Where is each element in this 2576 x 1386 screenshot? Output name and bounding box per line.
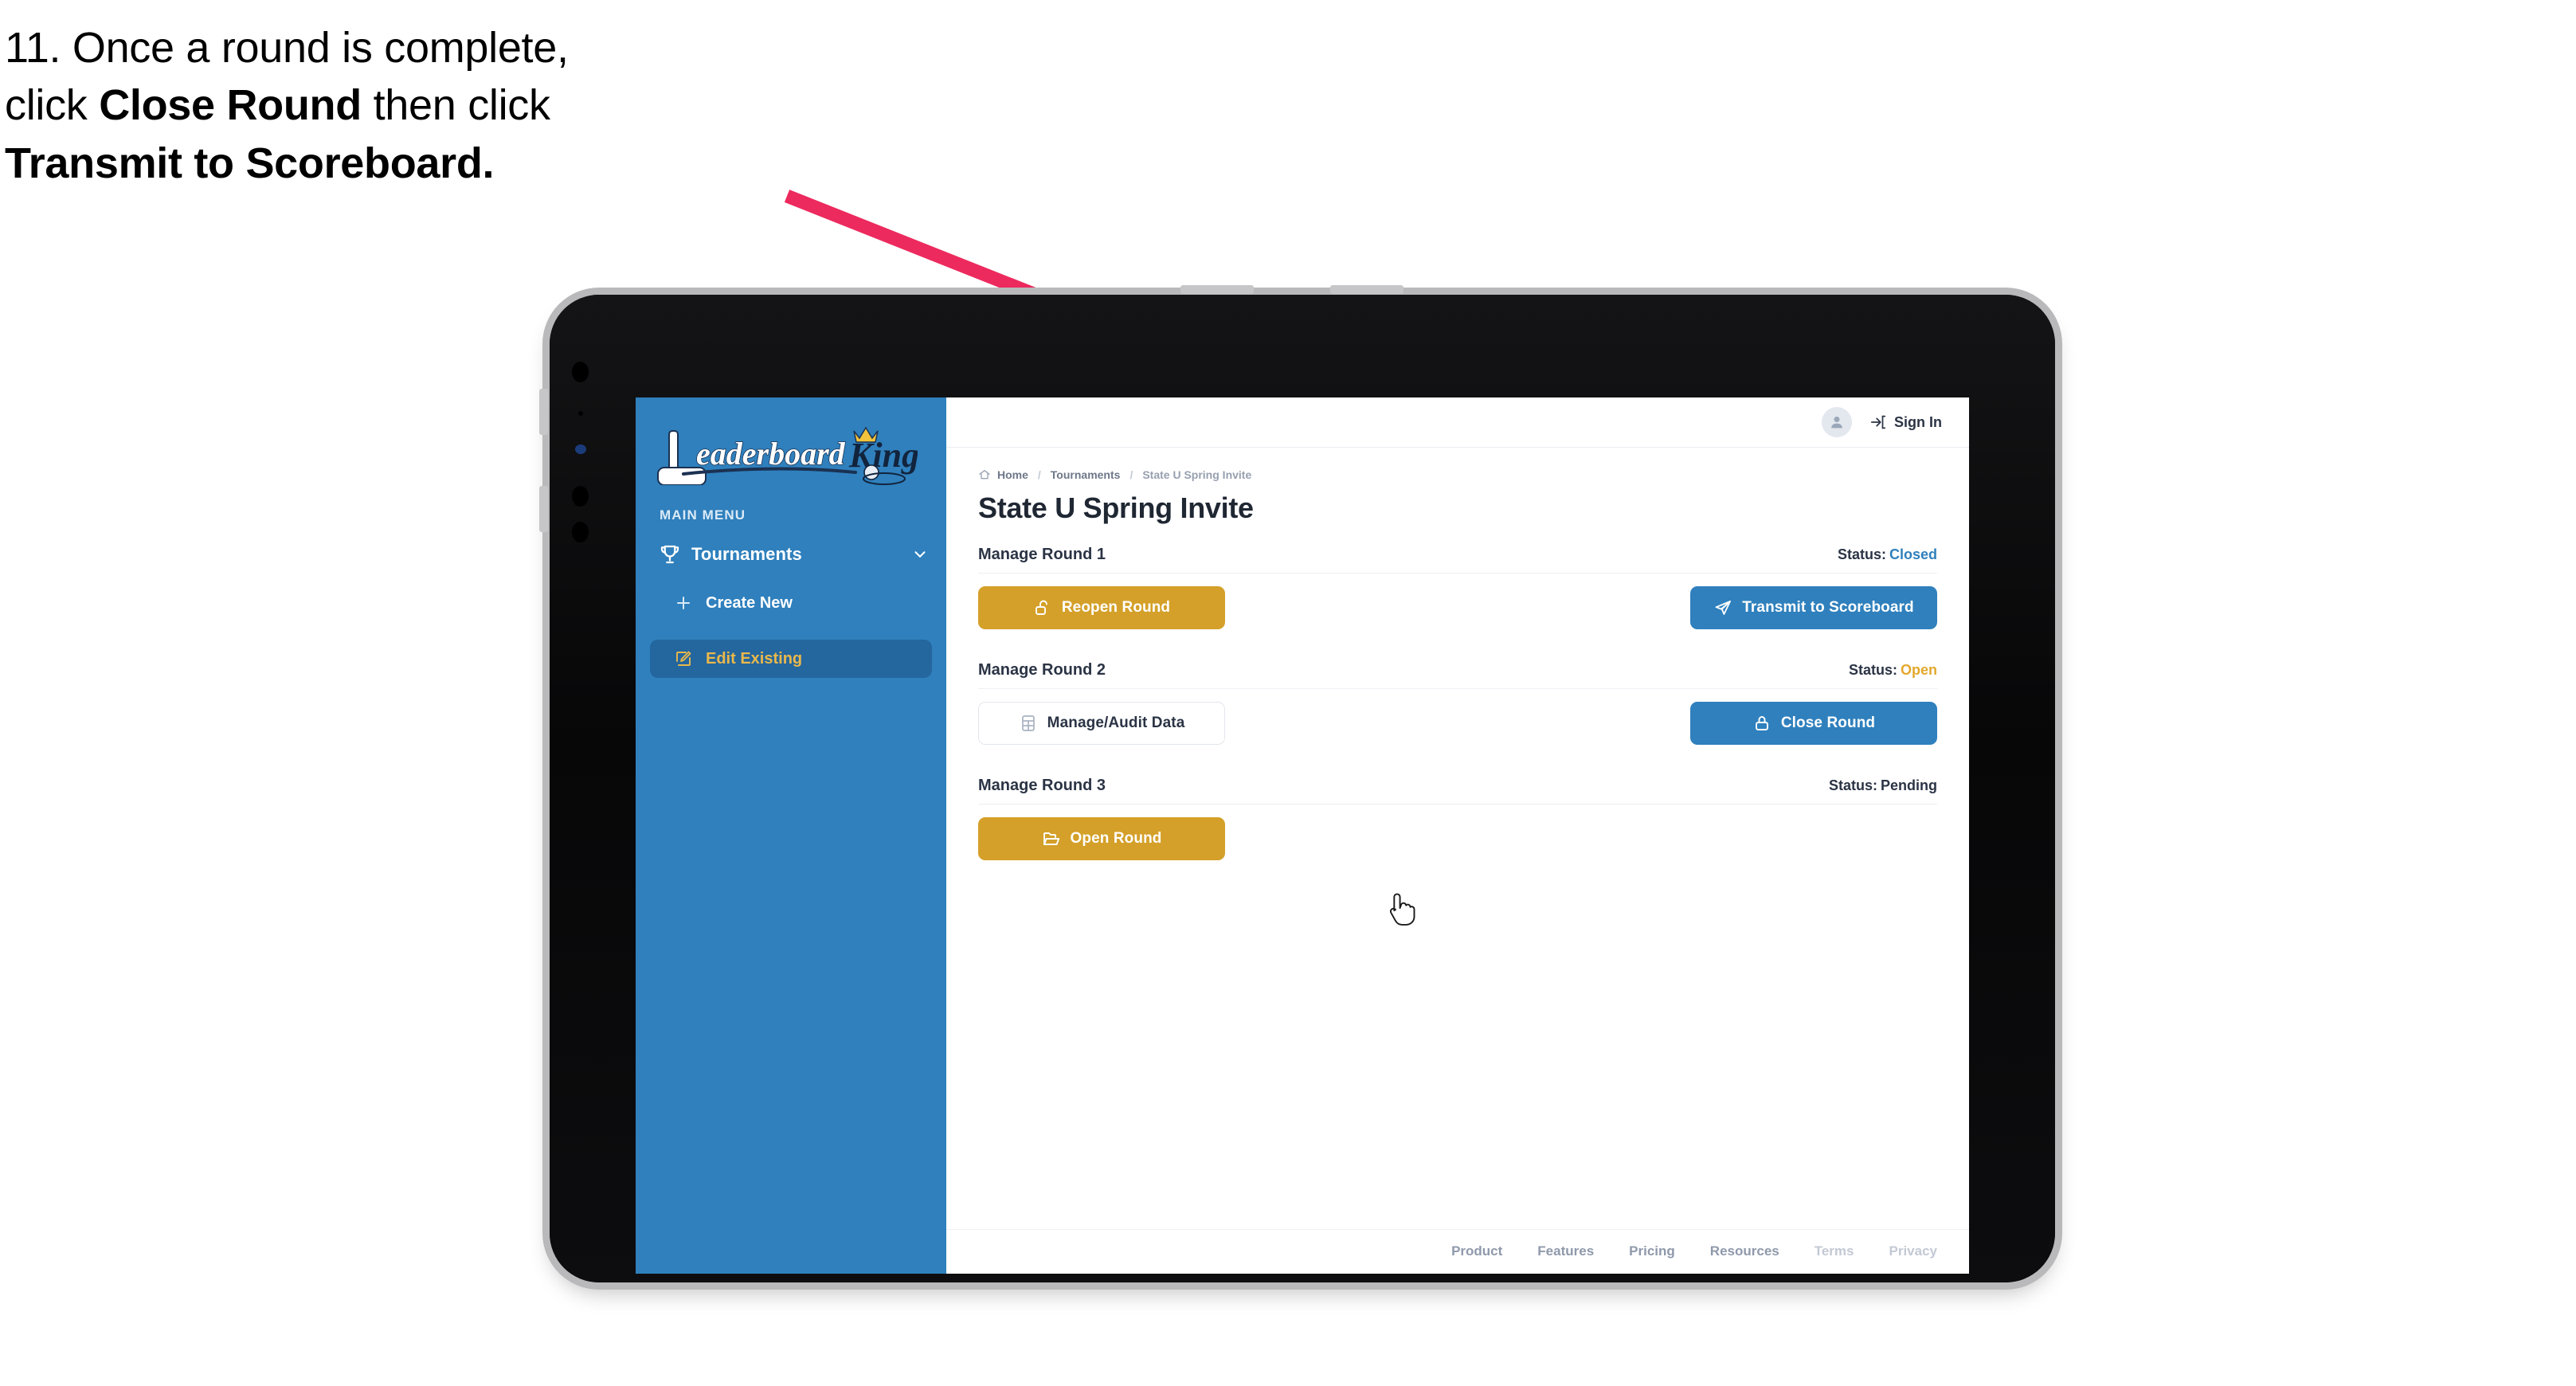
status-value: Pending — [1881, 777, 1937, 793]
status-label: Status: — [1828, 777, 1877, 793]
top-bar: Sign In — [946, 397, 1969, 448]
button-label: Close Round — [1780, 715, 1876, 731]
manage-audit-data-button[interactable]: Manage/Audit Data — [978, 702, 1225, 745]
round-actions: Reopen Round Transmit to Scoreboard — [978, 586, 1937, 629]
status-value: Closed — [1889, 546, 1937, 562]
button-label: Open Round — [1070, 830, 1162, 847]
round-section-1: Manage Round 1 Status: Closed Reopen Roun… — [978, 546, 1937, 629]
proximity-sensor-icon — [572, 486, 589, 507]
round-title: Manage Round 2 — [978, 661, 1106, 679]
golf-putter-icon: eaderboard King — [657, 426, 918, 485]
tablet-screen: eaderboard King MAIN MENU Tournaments Cr… — [636, 397, 1969, 1274]
round-header: Manage Round 1 Status: Closed — [978, 546, 1937, 574]
round-actions: Manage/Audit Data Close Round — [978, 702, 1937, 745]
breadcrumb-separator: / — [1129, 468, 1133, 481]
footer-link-resources[interactable]: Resources — [1710, 1243, 1779, 1259]
table-grid-icon — [1021, 715, 1035, 731]
caption-line-3: Transmit to Scoreboard. — [5, 139, 495, 187]
status-label: Status: — [1837, 546, 1886, 562]
trophy-icon — [660, 545, 679, 564]
home-icon[interactable] — [978, 468, 991, 481]
round-section-3: Manage Round 3 Status: Pending Open Round — [978, 777, 1937, 860]
sign-in-button[interactable]: Sign In — [1869, 413, 1942, 431]
microphone-icon — [572, 522, 589, 542]
caption-line-1: 11. Once a round is complete, — [5, 24, 569, 72]
footer-link-pricing[interactable]: Pricing — [1629, 1243, 1675, 1259]
reopen-round-button[interactable]: Reopen Round — [978, 586, 1225, 629]
caption-line-2-bold: Close Round — [99, 81, 362, 130]
close-round-button[interactable]: Close Round — [1690, 702, 1937, 745]
open-round-button[interactable]: Open Round — [978, 817, 1225, 860]
round-title: Manage Round 3 — [978, 777, 1106, 794]
sidebar-section-label: MAIN MENU — [660, 507, 746, 523]
breadcrumb-item-tournaments[interactable]: Tournaments — [1051, 468, 1121, 481]
sidebar-item-tournaments[interactable]: Tournaments — [658, 542, 929, 566]
breadcrumb-separator: / — [1037, 468, 1041, 481]
round-header: Manage Round 2 Status: Open — [978, 661, 1937, 689]
round-header: Manage Round 3 Status: Pending — [978, 777, 1937, 805]
sidebar-item-edit-existing[interactable]: Edit Existing — [650, 640, 932, 678]
caption-line-2-pre: click — [5, 81, 100, 130]
round-actions: Open Round — [978, 817, 1937, 860]
button-label: Manage/Audit Data — [1047, 715, 1185, 731]
footer: Product Features Pricing Resources Terms… — [946, 1229, 1969, 1274]
side-button[interactable] — [539, 486, 548, 532]
brand-logo[interactable]: eaderboard King — [636, 397, 946, 488]
footer-link-product[interactable]: Product — [1451, 1243, 1502, 1259]
status-label: Status: — [1848, 662, 1897, 678]
page-title: State U Spring Invite — [978, 491, 1254, 524]
paper-plane-icon — [1715, 601, 1732, 615]
sidebar-item-label: Tournaments — [691, 544, 802, 564]
chevron-down-icon[interactable] — [911, 546, 929, 563]
caption-line-2-post: then click — [361, 81, 550, 130]
tablet-device: eaderboard King MAIN MENU Tournaments Cr… — [539, 285, 2055, 1282]
lock-icon — [1755, 716, 1768, 730]
sign-in-label: Sign In — [1894, 413, 1942, 430]
unlock-icon — [1035, 600, 1047, 615]
status-badge: Status: Closed — [1838, 546, 1937, 563]
volume-down-button[interactable] — [1330, 285, 1403, 294]
avatar[interactable] — [1822, 407, 1852, 437]
button-label: Transmit to Scoreboard — [1742, 599, 1914, 616]
footer-link-terms[interactable]: Terms — [1815, 1243, 1854, 1259]
round-section-2: Manage Round 2 Status: Open Manage/Audit… — [978, 661, 1937, 745]
sidebar-item-label: Edit Existing — [706, 649, 803, 668]
open-folder-icon — [1043, 832, 1059, 845]
user-avatar-icon — [1831, 417, 1842, 429]
status-led-icon — [575, 444, 586, 454]
sidebar-item-label: Create New — [706, 593, 793, 612]
sidebar: eaderboard King MAIN MENU Tournaments Cr… — [636, 397, 946, 1274]
power-button[interactable] — [539, 389, 548, 435]
footer-link-features[interactable]: Features — [1537, 1243, 1594, 1259]
button-label: Reopen Round — [1061, 599, 1171, 616]
breadcrumb: Home / Tournaments / State U Spring Invi… — [978, 468, 1937, 481]
instruction-caption: 11. Once a round is complete, click Clos… — [5, 19, 841, 192]
plus-icon — [677, 597, 690, 609]
pencil-square-icon — [676, 651, 691, 666]
page-content: Home / Tournaments / State U Spring Invi… — [946, 448, 1969, 1229]
volume-up-button[interactable] — [1180, 285, 1254, 294]
main-panel: Sign In Home / Tournaments / State U Spr… — [946, 397, 1969, 1274]
svg-text:eaderboard: eaderboard — [696, 436, 846, 472]
breadcrumb-item-current: State U Spring Invite — [1142, 468, 1252, 481]
breadcrumb-item-home[interactable]: Home — [997, 468, 1028, 481]
footer-link-privacy[interactable]: Privacy — [1889, 1243, 1938, 1259]
sign-in-arrow-icon — [1870, 415, 1886, 429]
status-badge: Status: Pending — [1829, 777, 1937, 794]
round-title: Manage Round 1 — [978, 546, 1106, 563]
svg-text:King: King — [848, 436, 918, 475]
status-badge: Status: Open — [1849, 662, 1937, 679]
status-value: Open — [1900, 662, 1937, 678]
ambient-sensor-icon — [578, 411, 583, 416]
sidebar-item-create-new[interactable]: Create New — [650, 584, 932, 622]
transmit-to-scoreboard-button[interactable]: Transmit to Scoreboard — [1690, 586, 1937, 629]
caption-line-2: click Close Round then click — [5, 76, 841, 134]
front-camera-icon — [572, 362, 589, 382]
